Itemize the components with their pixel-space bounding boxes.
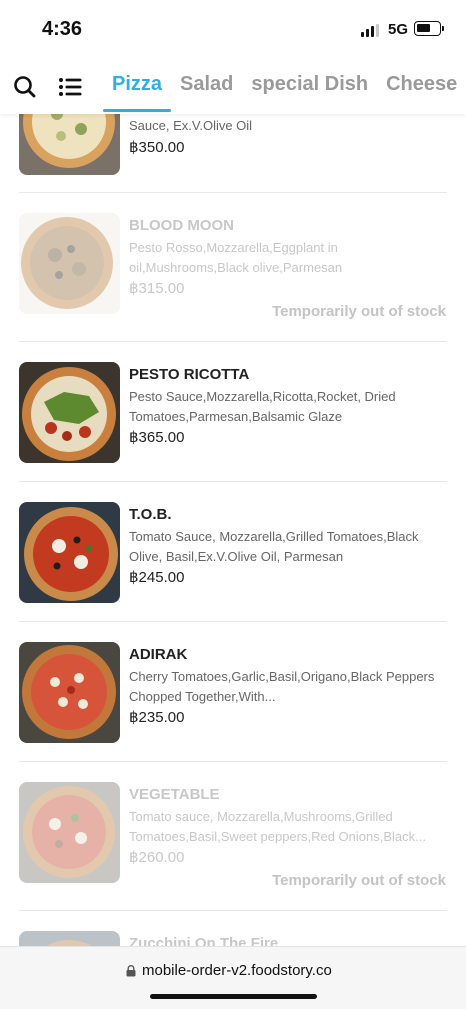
item-price: ฿365.00 [129,429,185,446]
item-price: ฿245.00 [129,569,185,586]
menu-item-disabled: Zucchini On The Fire [0,911,466,946]
status-bar: 4:36 5G [0,0,466,60]
battery-icon [414,21,441,36]
list-menu-icon[interactable] [57,74,83,100]
item-name: VEGETABLE [129,786,220,803]
url-text: mobile-order-v2.foodstory.co [142,962,332,979]
item-description: Tomato Sauce, Mozzarella,Grilled Tomatoe… [129,529,419,564]
tab-pizza[interactable]: Pizza [103,60,172,114]
pizza-thumbnail [19,213,120,314]
item-name: ADIRAK [129,646,188,663]
menu-item-list: Sauce, Ex.V.Olive Oil ฿350.00 BLOOD MOON… [0,114,466,946]
pizza-thumbnail [19,782,120,883]
item-price: ฿350.00 [129,139,185,156]
category-tabs: Pizza Salad special Dish Cheese [103,60,466,114]
home-indicator[interactable] [150,994,317,999]
menu-item[interactable]: PESTO RICOTTA Pesto Sauce,Mozzarella,Ric… [0,342,466,482]
tab-salad[interactable]: Salad [171,60,242,114]
pizza-thumbnail [19,362,120,463]
search-icon[interactable] [12,74,38,100]
item-description: Sauce, Ex.V.Olive Oil [129,118,253,133]
item-price: ฿315.00 [129,280,185,297]
item-description: Pesto Sauce,Mozzarella,Ricotta,Rocket, D… [129,389,396,424]
menu-item[interactable]: ADIRAK Cherry Tomatoes,Garlic,Basil,Orig… [0,622,466,762]
item-name: BLOOD MOON [129,217,234,234]
lock-icon [126,964,136,977]
tab-cheese[interactable]: Cheese [377,60,466,114]
item-name: Zucchini On The Fire [129,935,279,946]
battery-cap [442,26,444,31]
pizza-thumbnail [19,114,120,175]
browser-url-bar[interactable]: mobile-order-v2.foodstory.co [0,946,466,1009]
item-description: Pesto Rosso,Mozzarella,Eggplant in oil,M… [129,240,343,275]
menu-item[interactable]: Sauce, Ex.V.Olive Oil ฿350.00 [0,114,466,192]
item-price: ฿260.00 [129,849,185,866]
out-of-stock-label: Temporarily out of stock [272,303,446,320]
item-name: T.O.B. [129,506,172,523]
out-of-stock-label: Temporarily out of stock [272,872,446,889]
status-time: 4:36 [42,18,83,40]
cellular-signal-icon [361,24,381,37]
pizza-thumbnail [19,642,120,743]
menu-item-disabled: BLOOD MOON Pesto Rosso,Mozzarella,Eggpla… [0,193,466,341]
item-description: Tomato sauce, Mozzarella,Mushrooms,Grill… [129,809,426,844]
menu-item[interactable]: T.O.B. Tomato Sauce, Mozzarella,Grilled … [0,482,466,622]
category-nav: Pizza Salad special Dish Cheese [0,60,466,114]
pizza-thumbnail [19,931,120,946]
menu-item-disabled: VEGETABLE Tomato sauce, Mozzarella,Mushr… [0,762,466,910]
item-name: PESTO RICOTTA [129,366,250,383]
pizza-thumbnail [19,502,120,603]
item-price: ฿235.00 [129,709,185,726]
item-description: Cherry Tomatoes,Garlic,Basil,Origano,Bla… [129,669,435,704]
tab-special-dish[interactable]: special Dish [242,60,377,114]
network-type: 5G [388,21,409,38]
